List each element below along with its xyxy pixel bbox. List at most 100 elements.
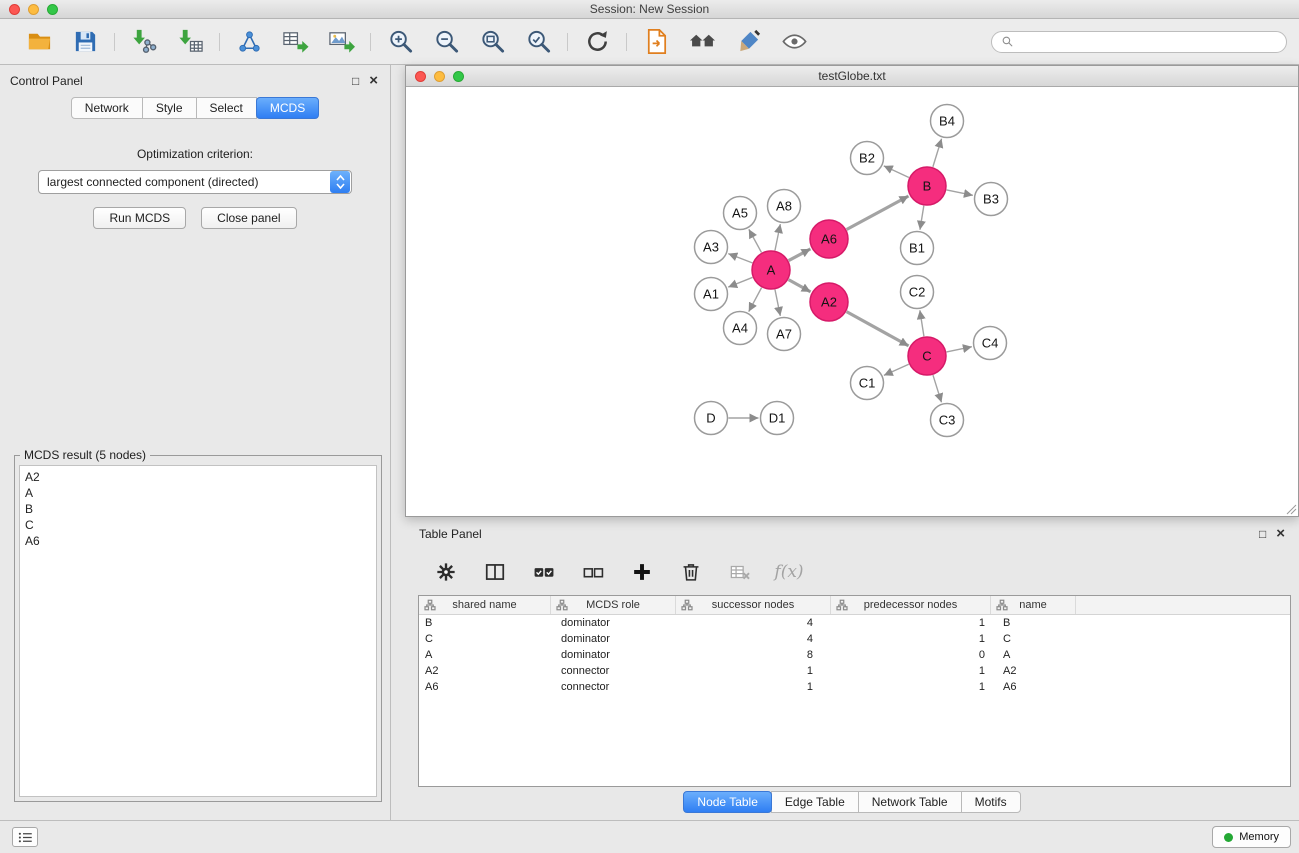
- zoom-window-button[interactable]: [47, 4, 58, 15]
- export-table-icon[interactable]: [280, 27, 310, 57]
- graph-edge-C-C4[interactable]: [947, 347, 972, 352]
- table-cell: connector: [551, 663, 676, 679]
- main-toolbar: [0, 19, 1299, 65]
- import-network-icon[interactable]: [129, 27, 159, 57]
- column-header-name[interactable]: name: [991, 596, 1076, 614]
- table-row[interactable]: A2connector11A2: [419, 663, 1290, 679]
- export-image-icon[interactable]: [326, 27, 356, 57]
- mcds-result-list[interactable]: A2ABCA6: [19, 465, 377, 797]
- result-item[interactable]: A6: [25, 533, 371, 549]
- float-table-panel-icon[interactable]: □: [1259, 527, 1266, 541]
- toolbar-separator: [567, 33, 568, 51]
- result-item[interactable]: B: [25, 501, 371, 517]
- toolbar-group: [373, 27, 565, 57]
- save-session-icon[interactable]: [70, 27, 100, 57]
- zoom-out-icon[interactable]: [431, 27, 461, 57]
- close-table-panel-icon[interactable]: ×: [1276, 528, 1285, 540]
- import-table-icon[interactable]: [175, 27, 205, 57]
- minimize-window-button[interactable]: [28, 4, 39, 15]
- delete-column-icon[interactable]: [676, 557, 706, 587]
- select-all-icon[interactable]: [529, 557, 559, 587]
- export-network-icon[interactable]: [234, 27, 264, 57]
- close-mcds-panel-button[interactable]: Close panel: [201, 207, 296, 229]
- open-session-icon[interactable]: [24, 27, 54, 57]
- tab-network[interactable]: Network: [71, 97, 143, 119]
- graph-edge-A-A8[interactable]: [775, 224, 780, 250]
- close-panel-icon[interactable]: ×: [369, 75, 378, 87]
- list-icon: [18, 831, 33, 844]
- table-row[interactable]: Bdominator41B: [419, 615, 1290, 631]
- network-canvas-area[interactable]: AA6A2BCA5A8A3A1A4A7B2B4B3B1C2C4C1C3DD1: [406, 87, 1298, 516]
- optimization-dropdown[interactable]: largest connected component (directed): [38, 170, 352, 194]
- task-history-button[interactable]: [12, 827, 38, 847]
- graph-edge-A-A2[interactable]: [789, 280, 811, 292]
- refresh-icon[interactable]: [582, 27, 612, 57]
- deselect-all-icon[interactable]: [578, 557, 608, 587]
- network-window-titlebar[interactable]: testGlobe.txt: [406, 66, 1298, 87]
- tab-select[interactable]: Select: [196, 97, 257, 119]
- column-header-predecessor-nodes[interactable]: predecessor nodes: [831, 596, 991, 614]
- network-graph[interactable]: AA6A2BCA5A8A3A1A4A7B2B4B3B1C2C4C1C3DD1: [406, 87, 1298, 516]
- split-panel-icon[interactable]: [480, 557, 510, 587]
- tab-edge-table[interactable]: Edge Table: [771, 791, 859, 813]
- resize-grip-icon[interactable]: [1285, 503, 1297, 515]
- graph-edge-A-A6[interactable]: [789, 249, 811, 261]
- table-body: Bdominator41BCdominator41CAdominator80AA…: [419, 615, 1290, 695]
- first-neighbors-icon[interactable]: [687, 27, 717, 57]
- graph-edge-B-B1[interactable]: [920, 206, 924, 230]
- result-item[interactable]: A2: [25, 469, 371, 485]
- style-editor-icon[interactable]: [733, 27, 763, 57]
- graph-edge-A-A1[interactable]: [728, 277, 752, 287]
- open-session-file-icon[interactable]: [641, 27, 671, 57]
- table-row[interactable]: A6connector11A6: [419, 679, 1290, 695]
- graph-edge-C-C3[interactable]: [933, 375, 942, 402]
- graph-edge-B-B2[interactable]: [884, 166, 909, 178]
- node-table: shared nameMCDS rolesuccessor nodesprede…: [418, 595, 1291, 787]
- run-mcds-button[interactable]: Run MCDS: [93, 207, 186, 229]
- tab-node-table[interactable]: Node Table: [683, 791, 772, 813]
- float-panel-icon[interactable]: □: [352, 74, 359, 88]
- tab-style[interactable]: Style: [142, 97, 197, 119]
- table-row[interactable]: Cdominator41C: [419, 631, 1290, 647]
- result-item[interactable]: A: [25, 485, 371, 501]
- zoom-fit-icon[interactable]: [477, 27, 507, 57]
- graph-edge-A6-B[interactable]: [847, 196, 909, 229]
- tab-network-table[interactable]: Network Table: [858, 791, 962, 813]
- network-close-button[interactable]: [415, 71, 426, 82]
- network-minimize-button[interactable]: [434, 71, 445, 82]
- tab-motifs[interactable]: Motifs: [961, 791, 1021, 813]
- close-window-button[interactable]: [9, 4, 20, 15]
- toolbar-group: [117, 27, 217, 57]
- graph-edge-A-A5[interactable]: [749, 229, 762, 252]
- table-cell: A: [419, 647, 551, 663]
- column-header-successor-nodes[interactable]: successor nodes: [676, 596, 831, 614]
- table-cell: A2: [991, 663, 1076, 679]
- table-row[interactable]: Adominator80A: [419, 647, 1290, 663]
- memory-button[interactable]: Memory: [1212, 826, 1291, 848]
- graph-edge-C-C2[interactable]: [920, 310, 924, 336]
- search-field[interactable]: [991, 31, 1287, 53]
- zoom-selected-icon[interactable]: [523, 27, 553, 57]
- graph-edge-C-C1[interactable]: [884, 364, 909, 375]
- network-zoom-button[interactable]: [453, 71, 464, 82]
- memory-label: Memory: [1239, 831, 1279, 843]
- function-builder-icon[interactable]: f(x): [774, 557, 804, 587]
- graph-edge-A2-C[interactable]: [847, 312, 909, 346]
- graph-edge-A-A7[interactable]: [775, 290, 780, 316]
- zoom-in-icon[interactable]: [385, 27, 415, 57]
- graph-edge-B-B3[interactable]: [947, 190, 973, 195]
- table-cell: dominator: [551, 647, 676, 663]
- delete-table-icon[interactable]: [725, 557, 755, 587]
- graph-edge-A-A4[interactable]: [749, 288, 762, 312]
- search-input[interactable]: [1019, 35, 1277, 49]
- graph-edge-B-B4[interactable]: [933, 139, 942, 167]
- graph-edge-A-A3[interactable]: [728, 254, 752, 263]
- graph-node-label: B1: [909, 241, 925, 256]
- result-item[interactable]: C: [25, 517, 371, 533]
- column-header-shared-name[interactable]: shared name: [419, 596, 551, 614]
- show-hide-panel-icon[interactable]: [779, 27, 809, 57]
- column-header-MCDS-role[interactable]: MCDS role: [551, 596, 676, 614]
- table-settings-icon[interactable]: [431, 557, 461, 587]
- add-column-icon[interactable]: [627, 557, 657, 587]
- tab-mcds[interactable]: MCDS: [256, 97, 319, 119]
